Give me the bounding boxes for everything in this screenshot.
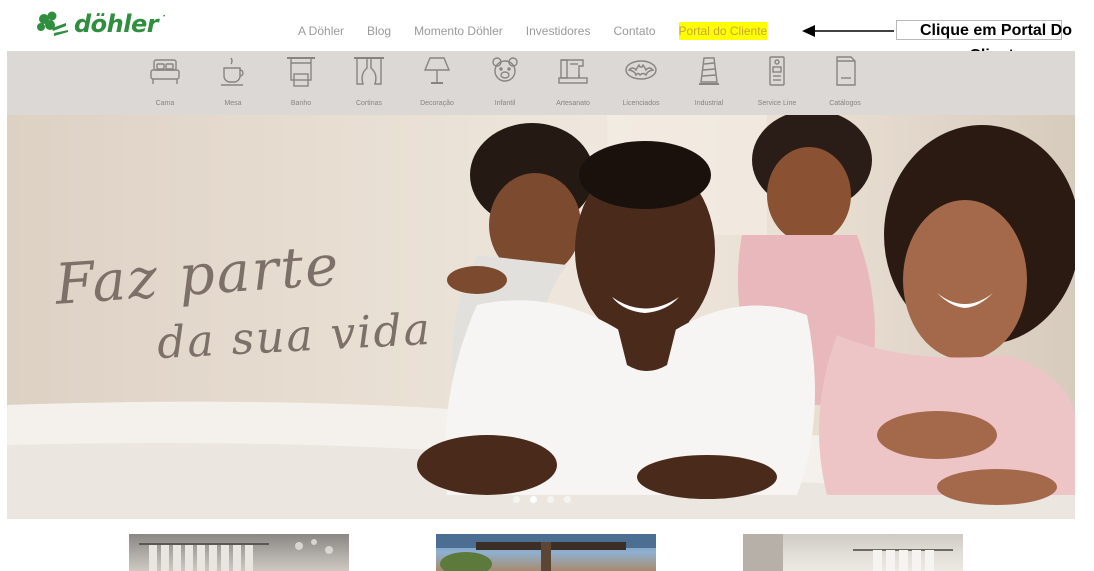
- promo-thumbnail-outdoor[interactable]: [436, 534, 656, 571]
- category-industrial[interactable]: Industrial: [677, 54, 741, 114]
- category-label: Mesa: [224, 100, 242, 107]
- carousel-dot-3[interactable]: [547, 496, 554, 503]
- category-service-line[interactable]: Service Line: [745, 54, 809, 114]
- towel-icon: [287, 57, 315, 87]
- category-label: Artesanato: [556, 100, 590, 107]
- room-photo: [743, 534, 953, 571]
- category-cama[interactable]: Cama: [133, 54, 197, 114]
- category-label: Banho: [290, 100, 312, 107]
- carousel-dot-2[interactable]: [530, 496, 537, 503]
- category-label: Decoração: [420, 100, 454, 107]
- annotation-arrow-icon: [802, 25, 894, 37]
- category-licenciados[interactable]: Licenciados: [609, 54, 673, 114]
- lamp-icon: [423, 57, 451, 84]
- category-bar: Cama Mesa Banho Cortinas Decoração Infan…: [7, 51, 1075, 115]
- top-navigation: A Döhler Blog Momento Döhler Investidore…: [298, 22, 768, 40]
- nav-blog[interactable]: Blog: [367, 22, 391, 40]
- outdoor-photo: [436, 534, 656, 571]
- leaf-logo-icon: [37, 11, 68, 36]
- carousel-dots: [513, 496, 571, 503]
- brand-name: döhler: [74, 10, 159, 38]
- dohler-logo[interactable]: döhler •: [36, 8, 165, 40]
- service-tag-icon: [769, 56, 785, 86]
- promo-thumbnail-room[interactable]: [743, 534, 963, 571]
- category-label: Infantil: [494, 100, 516, 107]
- curtain-photo: [139, 539, 333, 571]
- bed-icon: [150, 59, 180, 84]
- category-label: Industrial: [694, 100, 724, 107]
- category-mesa[interactable]: Mesa: [201, 54, 265, 114]
- nav-investidores[interactable]: Investidores: [526, 22, 591, 40]
- teddy-bear-icon: [492, 57, 518, 82]
- sewing-machine-icon: [558, 59, 588, 84]
- category-banho[interactable]: Banho: [269, 54, 333, 114]
- catalog-icon: [836, 56, 856, 86]
- nav-momento-dohler[interactable]: Momento Döhler: [414, 22, 503, 40]
- nav-portal-do-cliente[interactable]: Portal do Cliente: [678, 22, 768, 40]
- category-infantil[interactable]: Infantil: [473, 54, 537, 114]
- category-label: Service Line: [757, 100, 797, 107]
- category-label: Licenciados: [622, 100, 660, 107]
- category-label: Catálogos: [829, 100, 861, 107]
- category-artesanato[interactable]: Artesanato: [541, 54, 605, 114]
- category-label: Cama: [155, 100, 175, 107]
- cup-icon: [221, 57, 244, 86]
- nav-a-dohler[interactable]: A Döhler: [298, 22, 344, 40]
- nav-contato[interactable]: Contato: [613, 22, 655, 40]
- batman-logo-icon: [625, 60, 657, 80]
- trademark-mark: •: [163, 14, 166, 20]
- category-label: Cortinas: [355, 100, 383, 107]
- carousel-dot-4[interactable]: [564, 496, 571, 503]
- thread-spool-icon: [699, 57, 719, 85]
- promo-thumbnail-curtains[interactable]: [129, 534, 349, 571]
- category-decoracao[interactable]: Decoração: [405, 54, 469, 114]
- carousel-dot-1[interactable]: [513, 496, 520, 503]
- category-catalogos[interactable]: Catálogos: [813, 54, 877, 114]
- category-cortinas[interactable]: Cortinas: [337, 54, 401, 114]
- curtain-icon: [354, 57, 384, 85]
- hero-banner[interactable]: Faz parte da sua vida: [7, 115, 1075, 519]
